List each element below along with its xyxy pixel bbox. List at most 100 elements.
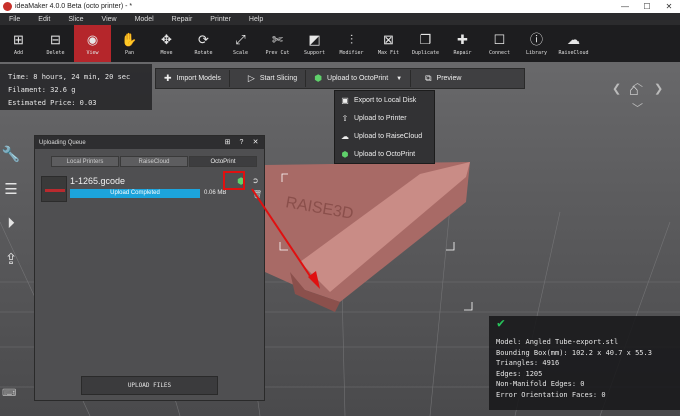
octoprint-icon: ⬢ [314, 73, 323, 83]
import-models-button[interactable]: ✚ Import Models [156, 69, 229, 88]
play-circle-icon[interactable]: ⏵ [0, 206, 22, 241]
menu-repair[interactable]: Repair [172, 16, 193, 23]
left-side-toolbar: 🔧 ☰ ⏵ ⇪ [0, 136, 22, 276]
upload-files-button[interactable]: UPLOAD FILES [81, 376, 218, 395]
pin-icon[interactable]: ⊞ [222, 137, 233, 148]
close-window-button[interactable]: ✕ [658, 0, 680, 13]
duplicate-icon: ❐ [419, 32, 432, 47]
menu-model[interactable]: Model [135, 16, 154, 23]
hand-icon: ✋ [121, 32, 138, 47]
file-size: 0.06 MB [204, 190, 227, 196]
repair-button[interactable]: ✚ Repair [444, 25, 481, 62]
minimize-button[interactable]: — [614, 0, 636, 13]
share-icon[interactable]: ⇪ [0, 241, 22, 276]
duplicate-button[interactable]: ❐ Duplicate [407, 25, 444, 62]
raisecloud-button[interactable]: ☁ RaiseCloud [555, 25, 592, 62]
upload-raisecloud-item[interactable]: ☁ Upload to RaiseCloud [335, 127, 434, 145]
title-bar: ideaMaker 4.0.0 Beta (octo printer) - * … [0, 0, 680, 13]
list-icon[interactable]: ☰ [0, 171, 22, 206]
menu-help[interactable]: Help [249, 16, 263, 23]
preview-button[interactable]: ⧉ Preview [411, 69, 469, 88]
upload-printer-item[interactable]: ⇧ Upload to Printer [335, 109, 434, 127]
close-icon[interactable]: ✕ [250, 137, 261, 148]
max-fit-icon: ⊠ [383, 32, 394, 47]
menu-printer[interactable]: Printer [210, 16, 231, 23]
play-icon: ▷ [247, 73, 255, 83]
window-title: ideaMaker 4.0.0 Beta (octo printer) - * [15, 3, 133, 10]
prev-cut-button[interactable]: ✄ Prev Cut [259, 25, 296, 62]
octoprint-icon: ⬢ [341, 149, 349, 159]
panel-header: Uploading Queue ⊞ ? ✕ [35, 136, 264, 149]
library-button[interactable]: ⓘ Library [518, 25, 555, 62]
menu-view[interactable]: View [102, 16, 117, 23]
wrench-icon[interactable]: 🔧 [0, 136, 22, 171]
support-button[interactable]: ◩ Support [296, 25, 333, 62]
menu-file[interactable]: File [9, 16, 20, 23]
error-orientation-faces: Error Orientation Faces: 0 [496, 390, 606, 399]
upload-icon: ⇧ [341, 113, 349, 123]
view-navigator[interactable]: ❮ ︿ ⌂ ❯ ﹀ [612, 74, 664, 116]
eye-icon: ◉ [86, 32, 99, 47]
cloud-icon: ☁ [567, 32, 580, 47]
arrow-right-icon[interactable]: ❯ [654, 82, 663, 95]
check-icon: ✔ [497, 316, 505, 331]
add-button[interactable]: ⊞ Add [0, 25, 37, 62]
triangle-count: Triangles: 4916 [496, 359, 560, 367]
tab-local-printers[interactable]: Local Printers [51, 156, 119, 167]
file-thumbnail [41, 176, 67, 202]
tab-raisecloud[interactable]: RaiseCloud [120, 156, 188, 167]
panel-title: Uploading Queue [39, 139, 86, 146]
export-local-disk-item[interactable]: ▣ Export to Local Disk [335, 91, 434, 109]
delete-icon: ⊟ [50, 32, 61, 47]
move-button[interactable]: ✥ Move [148, 25, 185, 62]
model-info-panel: ✔ Model: Angled Tube-export.stl Bounding… [489, 316, 680, 410]
menu-edit[interactable]: Edit [38, 16, 50, 23]
arrow-down-icon[interactable]: ﹀ [632, 100, 643, 116]
rotate-button[interactable]: ⟳ Rotate [185, 25, 222, 62]
connect-icon: ☐ [493, 32, 506, 47]
keyboard-icon[interactable]: ⌨ [2, 388, 20, 402]
help-icon[interactable]: ? [236, 137, 247, 148]
scale-icon: ⤢ [235, 32, 246, 47]
filament-amount: Filament: 32.6 g [8, 86, 76, 94]
upload-progress-bar: Upload Completed [70, 189, 200, 198]
non-manifold-edges: Non-Manifold Edges: 0 [496, 380, 585, 388]
rotate-icon: ⟳ [198, 32, 209, 47]
home-icon[interactable]: ⌂ [629, 82, 639, 100]
view-button[interactable]: ◉ View [74, 25, 111, 62]
estimated-price: Estimated Price: 0.03 [8, 99, 97, 107]
disk-icon: ▣ [341, 95, 349, 105]
app-logo-icon [3, 2, 12, 11]
upload-octoprint-button[interactable]: ⬢ Upload to OctoPrint ▼ [306, 69, 410, 88]
add-icon: ⊞ [13, 32, 24, 47]
annotation-arrow [251, 188, 320, 289]
highlight-box [223, 171, 245, 190]
maximize-button[interactable]: ☐ [636, 0, 658, 13]
max-fit-button[interactable]: ⊠ Max Fit [370, 25, 407, 62]
upload-dropdown-menu: ▣ Export to Local Disk ⇧ Upload to Printer… [334, 90, 435, 164]
preview-icon: ⧉ [425, 73, 432, 83]
chevron-down-icon[interactable]: ▼ [396, 76, 402, 82]
connect-button[interactable]: ☐ Connect [481, 25, 518, 62]
menu-slice[interactable]: Slice [68, 16, 83, 23]
plus-icon: ✚ [164, 73, 172, 83]
sliders-icon: ⫶ [349, 32, 354, 47]
main-toolbar: ⊞ Add ⊟ Delete ◉ View ✋ Pan ✥ Move ⟳ Rotate ⤢ S… [0, 25, 680, 62]
delete-button[interactable]: ⊟ Delete [37, 25, 74, 62]
file-name: 1-1265.gcode [70, 176, 126, 186]
modifier-button[interactable]: ⫶ Modifier [333, 25, 370, 62]
arrow-left-icon[interactable]: ❮ [612, 82, 621, 95]
pan-button[interactable]: ✋ Pan [111, 25, 148, 62]
scale-button[interactable]: ⤢ Scale [222, 25, 259, 62]
tab-octoprint[interactable]: OctoPrint [189, 156, 257, 167]
model-name: Model: Angled Tube-export.stl [496, 338, 619, 346]
action-bar: ✚ Import Models ▷ Start Slicing ⬢ Upload to… [155, 68, 525, 89]
upload-octoprint-item[interactable]: ⬢ Upload to OctoPrint [335, 145, 434, 163]
cut-icon: ✄ [272, 32, 283, 47]
move-icon: ✥ [161, 32, 172, 47]
start-slicing-button[interactable]: ▷ Start Slicing [230, 69, 305, 88]
menu-bar: File Edit Slice View Model Repair Printe… [0, 13, 680, 25]
print-time: Time: 8 hours, 24 min, 20 sec [8, 73, 131, 81]
upload-tabs: Local Printers RaiseCloud OctoPrint [51, 156, 264, 167]
info-icon: ⓘ [529, 32, 543, 47]
